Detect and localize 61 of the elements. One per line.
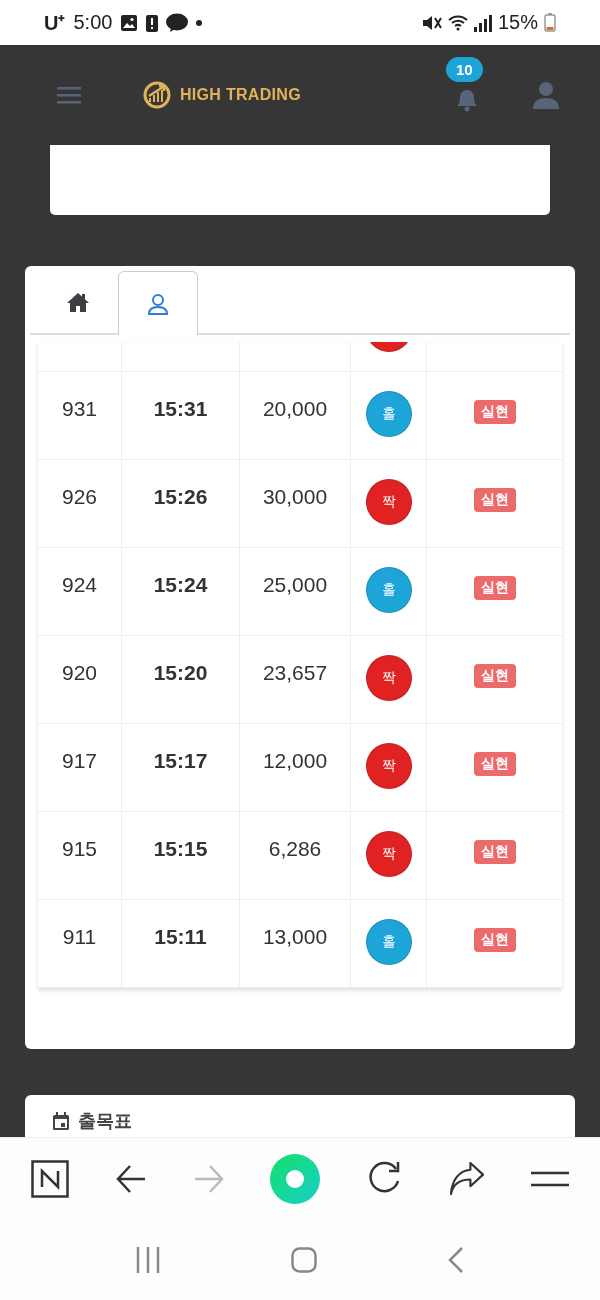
- chart-logo-icon: [143, 81, 171, 109]
- image-icon: [120, 13, 139, 32]
- amount-cell: 20,000: [262, 397, 328, 421]
- number-cell: 920: [61, 661, 97, 685]
- result-circle: 짝: [365, 743, 412, 789]
- time-cell: 15:11: [154, 925, 207, 949]
- carrier-label: U⁺: [44, 11, 66, 36]
- status-badge: 실현: [473, 400, 516, 424]
- time-cell: 15:20: [153, 661, 208, 685]
- time-cell: 15:31: [153, 397, 208, 421]
- status-badge: 실현: [473, 752, 516, 776]
- share-arrow-icon[interactable]: [448, 1162, 486, 1196]
- back-arrow-icon[interactable]: [114, 1163, 147, 1195]
- time-cell: 15:15: [153, 837, 208, 861]
- home-icon: [66, 290, 90, 315]
- status-badge: 실현: [473, 488, 516, 512]
- chat-bubble-icon: [166, 12, 189, 33]
- number-cell: 926: [61, 485, 97, 509]
- time-cell: 15:17: [153, 749, 208, 773]
- brand-name: HIGH TRADING: [180, 86, 301, 104]
- status-badge: 실현: [473, 576, 516, 600]
- amount-cell: 25,000: [262, 573, 328, 597]
- result-circle: 홀: [365, 919, 412, 965]
- number-cell: 917: [61, 749, 97, 773]
- result-circle: 홀: [365, 391, 412, 437]
- notification-badge: 10: [446, 57, 483, 82]
- result-circle: 짝: [365, 479, 412, 525]
- number-cell: 924: [61, 573, 97, 597]
- battery-percent: 15%: [497, 11, 538, 34]
- wifi-icon: [447, 12, 468, 33]
- result-circle: 홀: [365, 567, 412, 613]
- recent-apps-icon[interactable]: [135, 1247, 160, 1273]
- amount-cell: 23,657: [262, 661, 328, 685]
- alert-icon: [146, 13, 159, 32]
- amount-cell: 30,000: [262, 485, 328, 509]
- status-badge: 실현: [473, 664, 516, 688]
- back-icon[interactable]: [448, 1247, 465, 1273]
- ring-icon[interactable]: [270, 1154, 321, 1204]
- result-circle: 짝: [365, 655, 412, 701]
- user-icon[interactable]: [532, 81, 560, 109]
- card-title: 출목표: [78, 1110, 132, 1133]
- clock-time: 5:00: [73, 11, 113, 34]
- n-logo-icon[interactable]: [31, 1160, 69, 1198]
- amount-cell: 12,000: [262, 749, 328, 773]
- user-icon: [146, 291, 170, 316]
- battery-icon: [544, 13, 556, 32]
- time-cell: 15:24: [153, 573, 208, 597]
- menu-icon[interactable]: [530, 1170, 569, 1188]
- calendar-icon: [52, 1112, 70, 1130]
- signal-icon: [473, 13, 492, 32]
- number-cell: 931: [61, 397, 97, 421]
- dot-icon: [196, 19, 203, 26]
- amount-cell: 13,000: [262, 925, 328, 949]
- amount-cell: 6,286: [268, 837, 322, 861]
- status-badge: 실현: [473, 840, 516, 864]
- number-cell: 915: [61, 837, 97, 861]
- time-cell: 15:26: [153, 485, 208, 509]
- number-cell: 911: [62, 925, 97, 949]
- result-circle: 짝: [365, 831, 412, 877]
- status-badge: 실현: [473, 928, 516, 952]
- home-button-icon[interactable]: [291, 1247, 317, 1273]
